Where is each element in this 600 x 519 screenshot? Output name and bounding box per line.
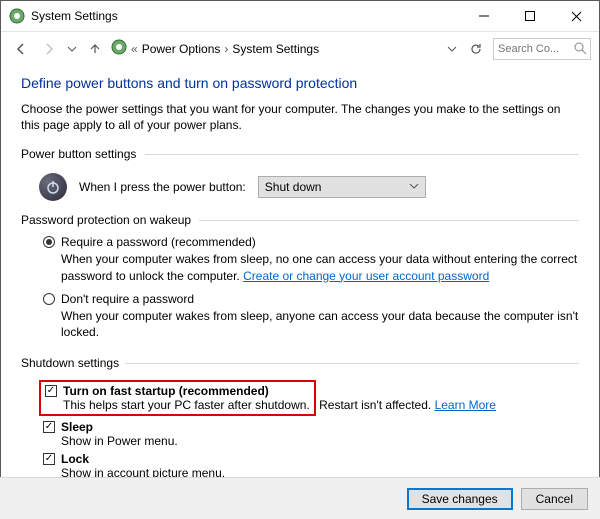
checkbox-sleep[interactable] bbox=[43, 421, 55, 433]
section-power-button: Power button settings bbox=[21, 147, 579, 161]
power-button-value: Shut down bbox=[265, 180, 322, 194]
section-password: Password protection on wakeup bbox=[21, 213, 579, 227]
footer: Save changes Cancel bbox=[0, 477, 600, 519]
fast-startup-desc-after: Restart isn't affected. bbox=[316, 398, 435, 412]
fast-startup-desc: This helps start your PC faster after sh… bbox=[45, 398, 310, 412]
radio-desc-none: When your computer wakes from sleep, any… bbox=[43, 308, 579, 340]
titlebar: System Settings bbox=[1, 1, 599, 31]
radio-desc-require: When your computer wakes from sleep, no … bbox=[43, 251, 579, 283]
power-options-app-icon bbox=[9, 8, 25, 24]
breadcrumb[interactable]: « Power Options › System Settings bbox=[111, 39, 439, 58]
sleep-desc: Show in Power menu. bbox=[43, 434, 579, 448]
radio-input-none[interactable] bbox=[43, 293, 55, 305]
power-button-row: When I press the power button: Shut down bbox=[21, 169, 579, 213]
window-title: System Settings bbox=[31, 9, 461, 23]
minimize-button[interactable] bbox=[461, 1, 507, 31]
close-button[interactable] bbox=[553, 1, 599, 31]
maximize-button[interactable] bbox=[507, 1, 553, 31]
chevron-down-icon bbox=[409, 180, 419, 194]
save-button[interactable]: Save changes bbox=[407, 488, 513, 510]
lock-label: Lock bbox=[61, 452, 89, 466]
checkbox-fast-startup[interactable] bbox=[45, 385, 57, 397]
password-radio-group: Require a password (recommended) When yo… bbox=[21, 235, 579, 356]
power-button-label: When I press the power button: bbox=[79, 180, 246, 194]
fast-startup-label: Turn on fast startup (recommended) bbox=[63, 384, 269, 398]
radio-input-require[interactable] bbox=[43, 236, 55, 248]
chevron-right-icon: › bbox=[224, 42, 228, 56]
up-button[interactable] bbox=[83, 37, 107, 61]
radio-label-require: Require a password (recommended) bbox=[61, 235, 256, 249]
radio-label-none: Don't require a password bbox=[61, 292, 194, 306]
radio-no-password: Don't require a password When your compu… bbox=[43, 292, 579, 340]
search-wrap bbox=[493, 38, 591, 60]
highlighted-setting: Turn on fast startup (recommended) This … bbox=[39, 380, 316, 416]
nav-bar: « Power Options › System Settings bbox=[1, 31, 599, 65]
link-change-password[interactable]: Create or change your user account passw… bbox=[243, 269, 489, 283]
checkbox-lock[interactable] bbox=[43, 453, 55, 465]
sleep-label: Sleep bbox=[61, 420, 93, 434]
check-fast-startup: Turn on fast startup (recommended) This … bbox=[43, 380, 579, 416]
page-heading: Define power buttons and turn on passwor… bbox=[21, 75, 579, 91]
recent-button[interactable] bbox=[65, 37, 79, 61]
check-sleep: Sleep Show in Power menu. bbox=[43, 420, 579, 448]
breadcrumb-power-options[interactable]: Power Options bbox=[142, 42, 221, 56]
content: Define power buttons and turn on passwor… bbox=[1, 65, 599, 492]
search-icon bbox=[574, 42, 587, 58]
address-dropdown-button[interactable] bbox=[443, 38, 461, 60]
back-button[interactable] bbox=[9, 37, 33, 61]
cancel-button[interactable]: Cancel bbox=[521, 488, 588, 510]
forward-button[interactable] bbox=[37, 37, 61, 61]
breadcrumb-root-icon bbox=[111, 39, 127, 58]
refresh-button[interactable] bbox=[465, 38, 487, 60]
link-learn-more[interactable]: Learn More bbox=[435, 398, 496, 412]
shutdown-settings-list: Turn on fast startup (recommended) This … bbox=[21, 378, 579, 480]
breadcrumb-system-settings[interactable]: System Settings bbox=[232, 42, 319, 56]
radio-require-password: Require a password (recommended) When yo… bbox=[43, 235, 579, 283]
power-button-select[interactable]: Shut down bbox=[258, 176, 426, 198]
power-icon bbox=[39, 173, 67, 201]
page-intro: Choose the power settings that you want … bbox=[21, 101, 579, 133]
check-lock: Lock Show in account picture menu. bbox=[43, 452, 579, 480]
section-shutdown: Shutdown settings bbox=[21, 356, 579, 370]
window-controls bbox=[461, 1, 599, 31]
chevron-left-icon: « bbox=[131, 42, 138, 56]
